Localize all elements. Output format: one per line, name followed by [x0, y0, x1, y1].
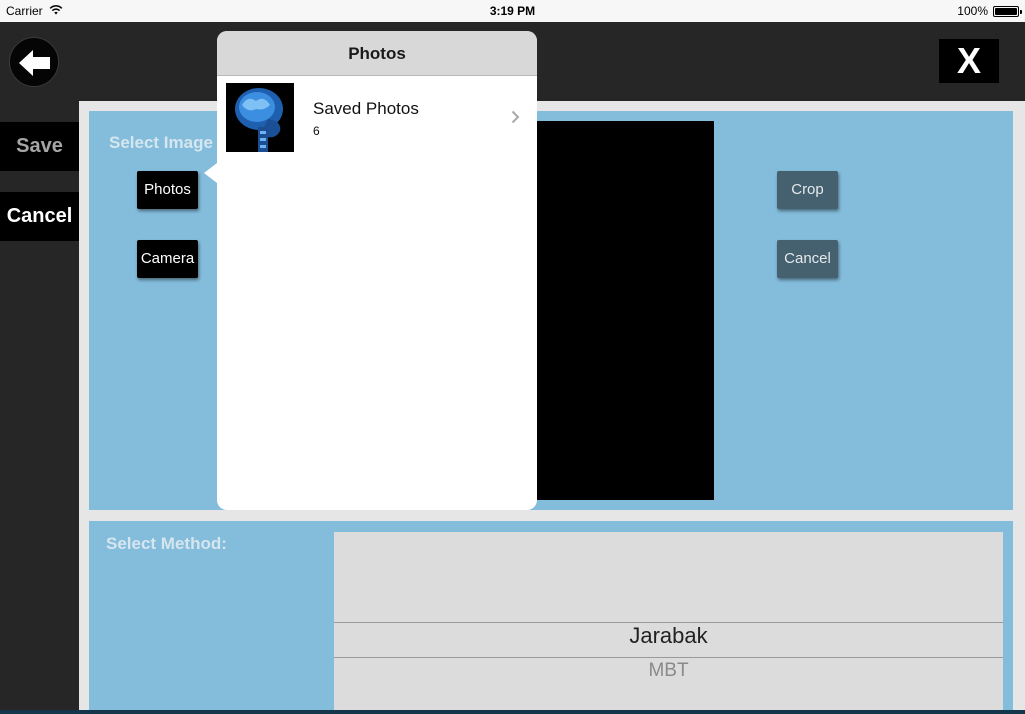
status-bar: Carrier 3:19 PM 100% [0, 0, 1025, 22]
album-name: Saved Photos [313, 99, 419, 118]
image-preview [524, 121, 714, 500]
select-image-label: Select Image [109, 133, 213, 152]
arrow-left-icon [19, 50, 50, 76]
bottom-edge [0, 710, 1025, 714]
cancel-crop-button[interactable]: Cancel [777, 240, 838, 278]
back-button[interactable] [9, 37, 59, 87]
picker-next-option[interactable]: MBT [334, 660, 1003, 682]
photos-button[interactable]: Photos [137, 171, 198, 209]
chevron-right-icon [511, 110, 520, 124]
battery-icon [993, 6, 1022, 17]
camera-button[interactable]: Camera [137, 240, 198, 278]
photos-popover: Photos Saved Photos 6 [217, 31, 537, 510]
skull-xray-thumbnail [226, 83, 294, 152]
album-thumbnail [226, 83, 294, 152]
album-row-saved-photos[interactable]: Saved Photos 6 [217, 76, 537, 161]
select-method-label: Select Method: [106, 534, 227, 553]
close-button[interactable]: X [939, 39, 999, 83]
popover-title: Photos [217, 31, 537, 76]
picker-selected-option[interactable]: Jarabak [334, 623, 1003, 649]
method-panel: Select Method: Jarabak MBT [89, 521, 1013, 714]
picker-divider-bottom [334, 657, 1003, 658]
cancel-button[interactable]: Cancel [0, 192, 79, 241]
battery-percent: 100% [957, 4, 988, 18]
popover-arrow [204, 163, 217, 183]
crop-button[interactable]: Crop [777, 171, 838, 209]
save-button[interactable]: Save [0, 122, 79, 171]
album-count: 6 [313, 124, 320, 138]
clock: 3:19 PM [489, 4, 536, 18]
method-picker[interactable]: Jarabak MBT [334, 532, 1003, 714]
